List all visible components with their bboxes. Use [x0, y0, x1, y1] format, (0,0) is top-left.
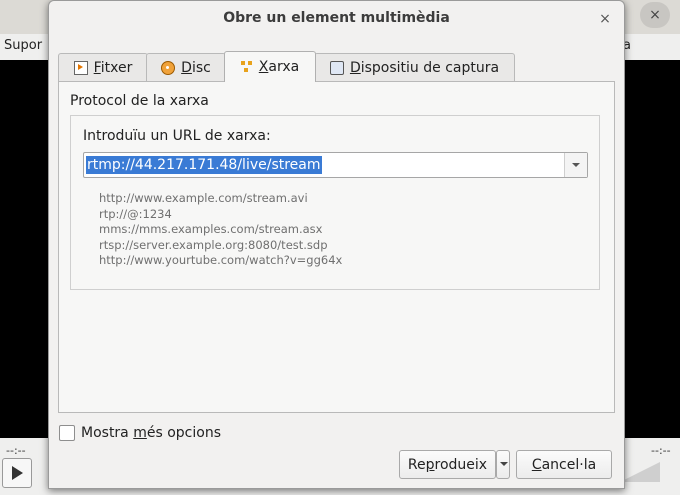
- more-options-label[interactable]: Mostra més opcions: [81, 425, 221, 441]
- url-input[interactable]: rtmp://44.217.171.48/live/stream: [86, 156, 322, 174]
- url-label: Introduïu un URL de xarxa:: [83, 128, 271, 144]
- tab-network-label: Xarxa: [258, 59, 300, 75]
- tab-capture-device-label: Dispositiu de captura: [349, 59, 500, 76]
- network-panel: Protocol de la xarxa Introduïu un URL de…: [58, 81, 615, 413]
- cancel-label: Cancel·la: [531, 456, 597, 473]
- play-submit-button[interactable]: Reprodueix: [399, 450, 496, 479]
- menu-item-media[interactable]: Supor: [4, 38, 42, 53]
- url-example: mms://mms.examples.com/stream.asx: [99, 222, 323, 236]
- tab-capture-device[interactable]: Dispositiu de captura: [314, 53, 515, 81]
- dialog-titlebar: Obre un element multimèdia ×: [49, 1, 624, 37]
- total-time: --:--: [651, 444, 671, 457]
- background-close-button[interactable]: ×: [640, 2, 670, 28]
- tab-disc[interactable]: Disc: [146, 53, 226, 81]
- section-title: Protocol de la xarxa: [70, 93, 209, 109]
- url-example: rtp://@:1234: [99, 206, 172, 221]
- volume-slider[interactable]: [620, 462, 660, 482]
- network-icon: [240, 61, 253, 73]
- play-options-dropdown-button[interactable]: [496, 450, 510, 479]
- tab-disc-label: Disc: [181, 59, 211, 76]
- url-dropdown-button[interactable]: [564, 153, 587, 177]
- capture-device-icon: [329, 60, 344, 75]
- dialog-title: Obre un element multimèdia: [223, 10, 450, 26]
- dialog-close-button[interactable]: ×: [595, 9, 615, 29]
- play-icon: [12, 466, 23, 480]
- open-media-dialog: Obre un element multimèdia × Fitxer Disc…: [48, 0, 625, 489]
- disc-icon: [161, 60, 176, 75]
- url-examples: http://www.example.com/stream.avi rtp://…: [99, 191, 342, 269]
- url-example: http://www.example.com/stream.avi: [99, 191, 308, 205]
- more-options-row[interactable]: Mostra més opcions: [59, 425, 221, 441]
- url-example: http://www.yourtube.com/watch?v=gg64x: [99, 253, 343, 267]
- network-url-group: Introduïu un URL de xarxa: rtmp://44.217…: [70, 115, 600, 290]
- url-example: rtsp://server.example.org:8080/test.sdp: [99, 237, 328, 252]
- file-icon: [73, 60, 88, 75]
- more-options-checkbox[interactable]: [59, 425, 75, 441]
- play-button[interactable]: [2, 458, 32, 488]
- tab-network[interactable]: Xarxa: [224, 51, 316, 82]
- tab-file[interactable]: Fitxer: [58, 53, 148, 81]
- elapsed-time: --:--: [6, 444, 26, 457]
- play-submit-label: Reprodueix: [407, 456, 488, 473]
- url-combobox[interactable]: rtmp://44.217.171.48/live/stream: [83, 152, 588, 178]
- tab-file-label: Fitxer: [93, 59, 133, 76]
- cancel-button[interactable]: Cancel·la: [516, 450, 612, 479]
